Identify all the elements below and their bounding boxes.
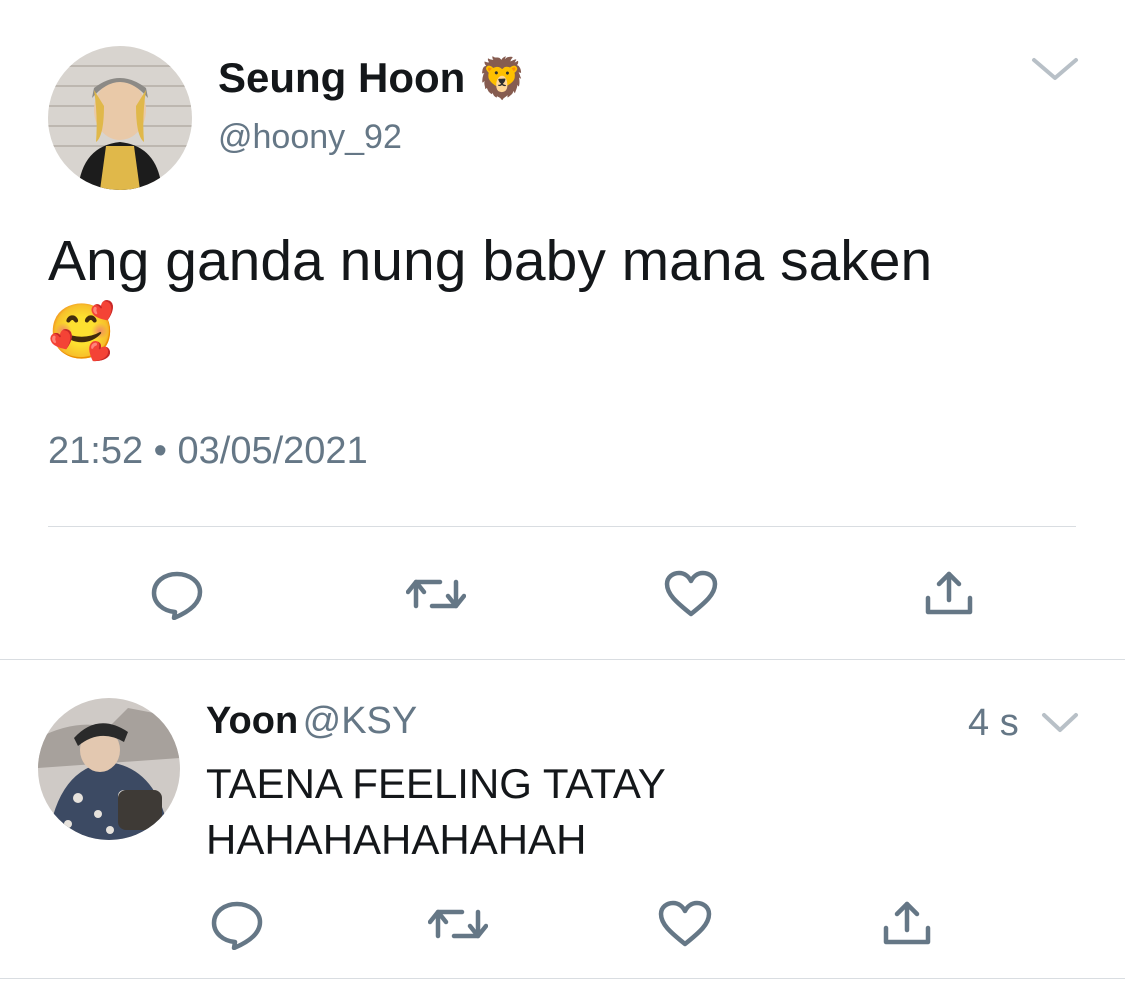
retweet-icon[interactable] (406, 572, 466, 616)
reply-icon[interactable] (210, 900, 264, 950)
chevron-down-icon[interactable] (1040, 710, 1080, 736)
reply-display-name: Yoon (206, 700, 299, 742)
bottom-divider (0, 978, 1125, 979)
lion-emoji: 🦁 (476, 57, 527, 101)
smiling-hearts-emoji: 🥰 (48, 302, 116, 362)
tweet-timestamp[interactable]: 21:52 • 03/05/2021 (48, 430, 368, 473)
author-avatar[interactable] (48, 46, 192, 190)
chevron-down-icon[interactable] (1030, 54, 1080, 84)
tweet-text: Ang ganda nung baby mana saken 🥰 (48, 226, 1088, 367)
reply-text: TAENA FEELING TATAY HAHAHAHAHAHAH (206, 756, 666, 868)
heart-icon[interactable] (664, 570, 718, 618)
section-divider (0, 659, 1125, 660)
reply-relative-time: 4 s (968, 702, 1019, 744)
reply-author-avatar[interactable] (38, 698, 180, 840)
share-icon[interactable] (882, 898, 932, 948)
reply-icon[interactable] (150, 570, 204, 620)
tweet-text-body: Ang ganda nung baby mana saken (48, 229, 933, 293)
reply-text-line: TAENA FEELING TATAY (206, 760, 666, 807)
heart-icon[interactable] (658, 900, 712, 948)
retweet-icon[interactable] (428, 902, 488, 946)
reply-text-line: HAHAHAHAHAHAH (206, 816, 587, 863)
divider (48, 526, 1076, 527)
reply-handle: @KSY (302, 700, 418, 742)
display-name-text: Seung Hoon (218, 54, 466, 101)
reply-author[interactable]: Yoon @KSY (206, 700, 417, 743)
author-handle[interactable]: @hoony_92 (218, 118, 402, 157)
author-display-name[interactable]: Seung Hoon 🦁 (218, 54, 527, 102)
share-icon[interactable] (924, 568, 974, 618)
